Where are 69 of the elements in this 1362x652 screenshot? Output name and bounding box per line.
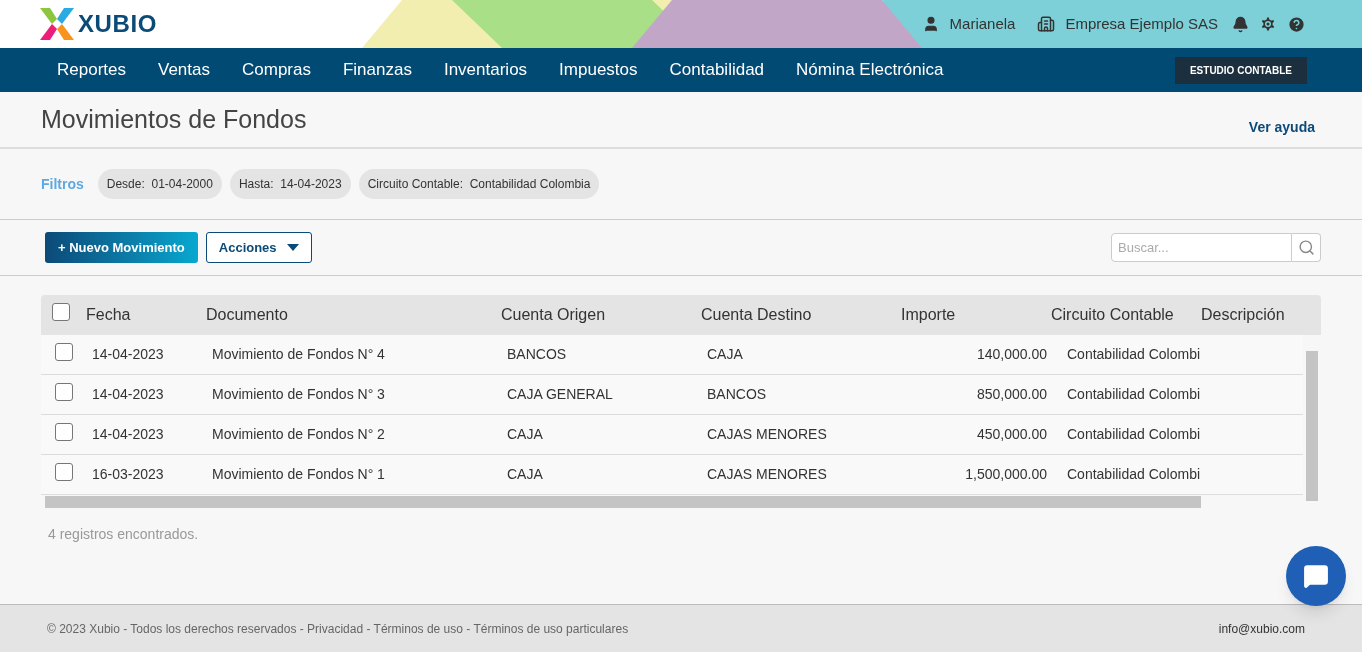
table-cell-text: CAJAS MENORES (707, 465, 828, 484)
chat-button[interactable] (1286, 546, 1346, 606)
table-cell-text: Contabilidad Colombi (1067, 465, 1202, 484)
search-button[interactable] (1292, 233, 1321, 262)
table-cell-text: 1,500,000.00 (964, 465, 1047, 484)
table-cell-text: 16-03-2023 (92, 465, 165, 484)
logo-text: XUBIO (78, 9, 157, 39)
table-cell-text: 14-04-2023 (92, 385, 165, 404)
table-cell-text: 450,000.00 (975, 425, 1047, 444)
actions-dropdown[interactable]: Acciones (205, 232, 312, 263)
filter-chip[interactable]: Desde: 01-04-2000 (97, 169, 222, 199)
table-cell-text: CAJAS MENORES (707, 425, 828, 444)
nav-item[interactable]: Compras (226, 57, 327, 83)
filter-chip[interactable]: Hasta: 14-04-2023 (229, 169, 351, 199)
studio-badge[interactable]: ESTUDIO CONTABLE (1174, 56, 1307, 84)
search-icon (1297, 239, 1315, 256)
table-cell-text: BANCOS (507, 345, 568, 364)
nav-item[interactable]: Inventarios (427, 57, 544, 83)
table-cell-text: 14-04-2023 (92, 425, 165, 444)
settings-icon[interactable] (1259, 15, 1277, 33)
table-cell-text: Contabilidad Colombi (1067, 385, 1202, 404)
table-cell-text: Movimiento de Fondos N° 1 (212, 465, 386, 484)
nav-item[interactable]: Impuestos (543, 57, 654, 83)
table-cell-text: CAJA (507, 465, 544, 484)
column-header[interactable]: Circuito Contable (1051, 303, 1201, 327)
table-cell-text: Movimiento de Fondos N° 2 (212, 425, 386, 444)
help-link[interactable]: Ver ayuda (1248, 117, 1315, 138)
table-cell-text: 850,000.00 (975, 385, 1047, 404)
notifications-icon[interactable] (1232, 15, 1249, 33)
table-cell-text: Contabilidad Colombi (1067, 425, 1202, 444)
column-header[interactable]: Fecha (86, 303, 206, 327)
table-cell-text: Contabilidad Colombi (1067, 345, 1202, 364)
nav-item[interactable]: Reportes (41, 57, 142, 83)
column-header[interactable]: Documento (206, 303, 501, 327)
footer-email[interactable]: info@xubio.com (1218, 619, 1305, 638)
nav-item[interactable]: Ventas (142, 57, 226, 83)
column-header[interactable]: Cuenta Origen (501, 303, 701, 327)
table-cell-text: BANCOS (707, 385, 768, 404)
checkbox[interactable] (55, 462, 73, 481)
column-header[interactable]: Importe (901, 303, 1051, 327)
logo-icon (40, 8, 74, 40)
nav-item[interactable]: Contabilidad (653, 57, 781, 83)
filters-label: Filtros (41, 174, 84, 194)
building-icon (1037, 15, 1056, 33)
table-cell-text: Movimiento de Fondos N° 3 (212, 385, 386, 404)
chat-icon (1303, 563, 1329, 589)
table-cell-text: 140,000.00 (975, 345, 1047, 364)
search-field[interactable]: Buscar... (1111, 233, 1292, 262)
page-title: Movimientos de Fondos (41, 103, 307, 135)
new-movement-button[interactable]: + Nuevo Movimiento (45, 232, 198, 263)
checkbox[interactable] (55, 382, 73, 401)
table-cell-text: CAJA (507, 425, 544, 444)
table-cell-text: 14-04-2023 (92, 345, 165, 364)
footer-text: © 2023 Xubio - Todos los derechos reservados - Privacidad - Términos de uso - Términos de uso particulares (47, 620, 629, 638)
nav-item[interactable]: Finanzas (326, 57, 428, 83)
nav-item[interactable]: Nómina Electrónica (780, 57, 960, 83)
checkbox[interactable] (55, 422, 73, 441)
filter-chip[interactable]: Circuito Contable: Contabilidad Colombia (358, 169, 600, 199)
table-cell-text: Movimiento de Fondos N° 4 (212, 345, 386, 364)
table-cell-text: CAJA GENERAL (507, 385, 614, 404)
user-name[interactable]: Marianela (949, 12, 1016, 36)
checkbox[interactable] (52, 302, 70, 321)
company-name[interactable]: Empresa Ejemplo SAS (1065, 12, 1218, 36)
checkbox[interactable] (55, 342, 73, 361)
record-count: 4 registros encontrados. (48, 525, 200, 544)
table-cell-text: CAJA (707, 345, 744, 364)
column-header[interactable]: Cuenta Destino (701, 303, 901, 327)
column-header[interactable]: Descripción (1201, 303, 1311, 327)
caret-icon (286, 244, 299, 251)
